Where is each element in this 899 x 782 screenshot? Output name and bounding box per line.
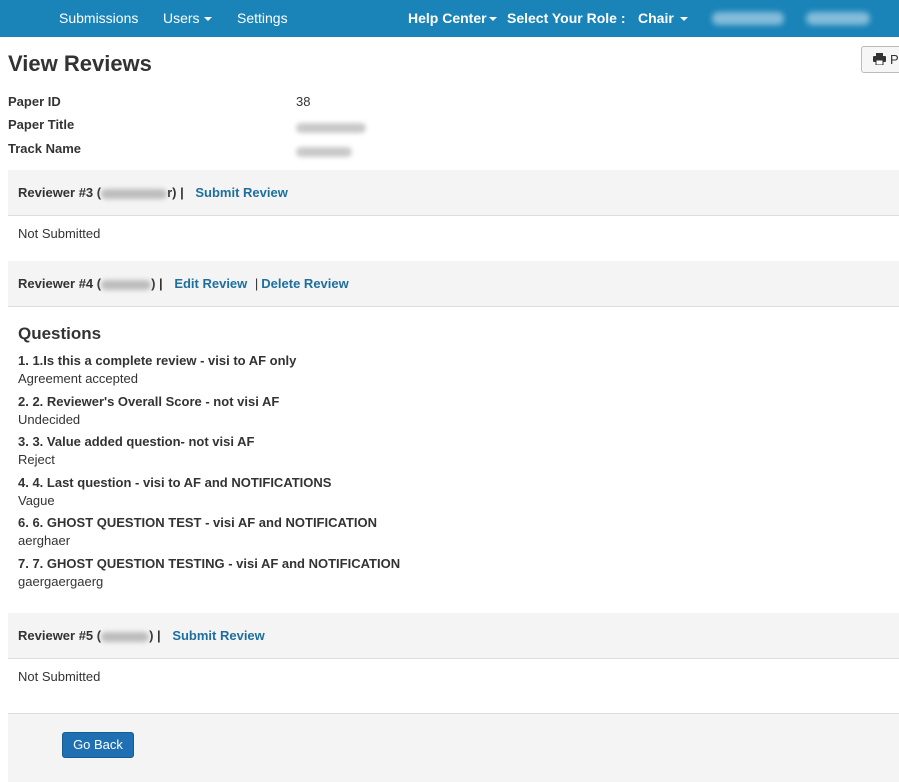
nav-users[interactable]: Users [163,0,212,37]
role-dropdown-label: Chair [638,10,674,26]
question-2: 2. 2. Reviewer's Overall Score - not vis… [18,394,280,409]
footer-bar: Go Back [8,713,899,782]
nav-help-center[interactable]: Help Center [408,0,497,37]
reviewer-5-submit-review-link[interactable]: Submit Review [172,628,264,643]
reviewer-3-name-blurred [101,188,168,199]
reviewer-3-status: Not Submitted [18,226,101,241]
reviewer-5-name-blurred [101,631,150,642]
reviewer-5-header: Reviewer #5 ( ) | Submit Review [8,613,899,659]
answer-2: Undecided [18,412,81,427]
reviewer-5-suffix: ) | [149,628,161,643]
reviewer-3-submit-review-link[interactable]: Submit Review [195,185,287,200]
role-dropdown[interactable]: Chair [638,0,688,37]
reviewer-5-title: Reviewer #5 ( ) | Submit Review [18,613,265,658]
printer-icon [873,53,886,65]
answer-3: Reject [18,452,55,467]
answer-7: gaergaergaerg [18,574,104,589]
paper-title-label: Paper Title [8,117,75,132]
paper-id-label: Paper ID [8,94,61,109]
page-title: View Reviews [8,51,152,76]
print-button-label: P [890,52,899,67]
top-navbar: Submissions Users Settings Help Center S… [0,0,899,37]
question-6: 6. 6. GHOST QUESTION TEST - visi AF and … [18,515,377,530]
track-name-value-blurred [296,143,352,158]
question-7: 7. 7. GHOST QUESTION TESTING - visi AF a… [18,556,401,571]
user-name-blurred[interactable] [712,12,784,25]
chevron-down-icon [679,17,688,22]
reviewer-4-title: Reviewer #4 ( ) | Edit Review | Delete Rev… [18,261,349,306]
paper-title-value-blurred [296,119,366,134]
nav-settings[interactable]: Settings [237,0,288,37]
question-4: 4. 4. Last question - visi to AF and NOT… [18,475,332,490]
nav-submissions[interactable]: Submissions [59,0,138,37]
reviewer-4-separator: | [254,276,259,291]
answer-4: Vague [18,493,55,508]
reviewer-4-prefix: Reviewer #4 ( [18,276,102,291]
reviewer-5-prefix: Reviewer #5 ( [18,628,102,643]
select-role-label: Select Your Role : [507,10,626,26]
question-1: 1. 1.Is this a complete review - visi to… [18,353,297,368]
reviewer-4-name-blurred [101,279,152,290]
questions-heading: Questions [18,324,102,343]
reviewer-3-title: Reviewer #3 ( r) | Submit Review [18,170,288,215]
reviewer-4-delete-review-link[interactable]: Delete Review [261,276,348,291]
chevron-down-icon [488,17,497,22]
track-name-label: Track Name [8,141,81,156]
paper-id-value: 38 [296,94,311,109]
reviewer-5-status: Not Submitted [18,669,101,684]
nav-help-center-label: Help Center [408,10,487,26]
nav-users-label: Users [163,10,200,26]
reviewer-4-suffix: ) | [151,276,163,291]
reviewer-3-suffix: r) | [167,185,184,200]
print-button[interactable]: P [861,46,899,73]
chevron-down-icon [203,17,212,22]
reviewer-4-edit-review-link[interactable]: Edit Review [174,276,247,291]
reviewer-3-prefix: Reviewer #3 ( [18,185,102,200]
answer-6: aerghaer [18,533,71,548]
user-menu-blurred[interactable] [806,12,870,25]
reviewer-4-header: Reviewer #4 ( ) | Edit Review | Delete Rev… [8,261,899,307]
reviewer-3-header: Reviewer #3 ( r) | Submit Review [8,170,899,216]
go-back-button[interactable]: Go Back [62,732,134,758]
question-3: 3. 3. Value added question- not visi AF [18,434,255,449]
answer-1: Agreement accepted [18,371,138,386]
